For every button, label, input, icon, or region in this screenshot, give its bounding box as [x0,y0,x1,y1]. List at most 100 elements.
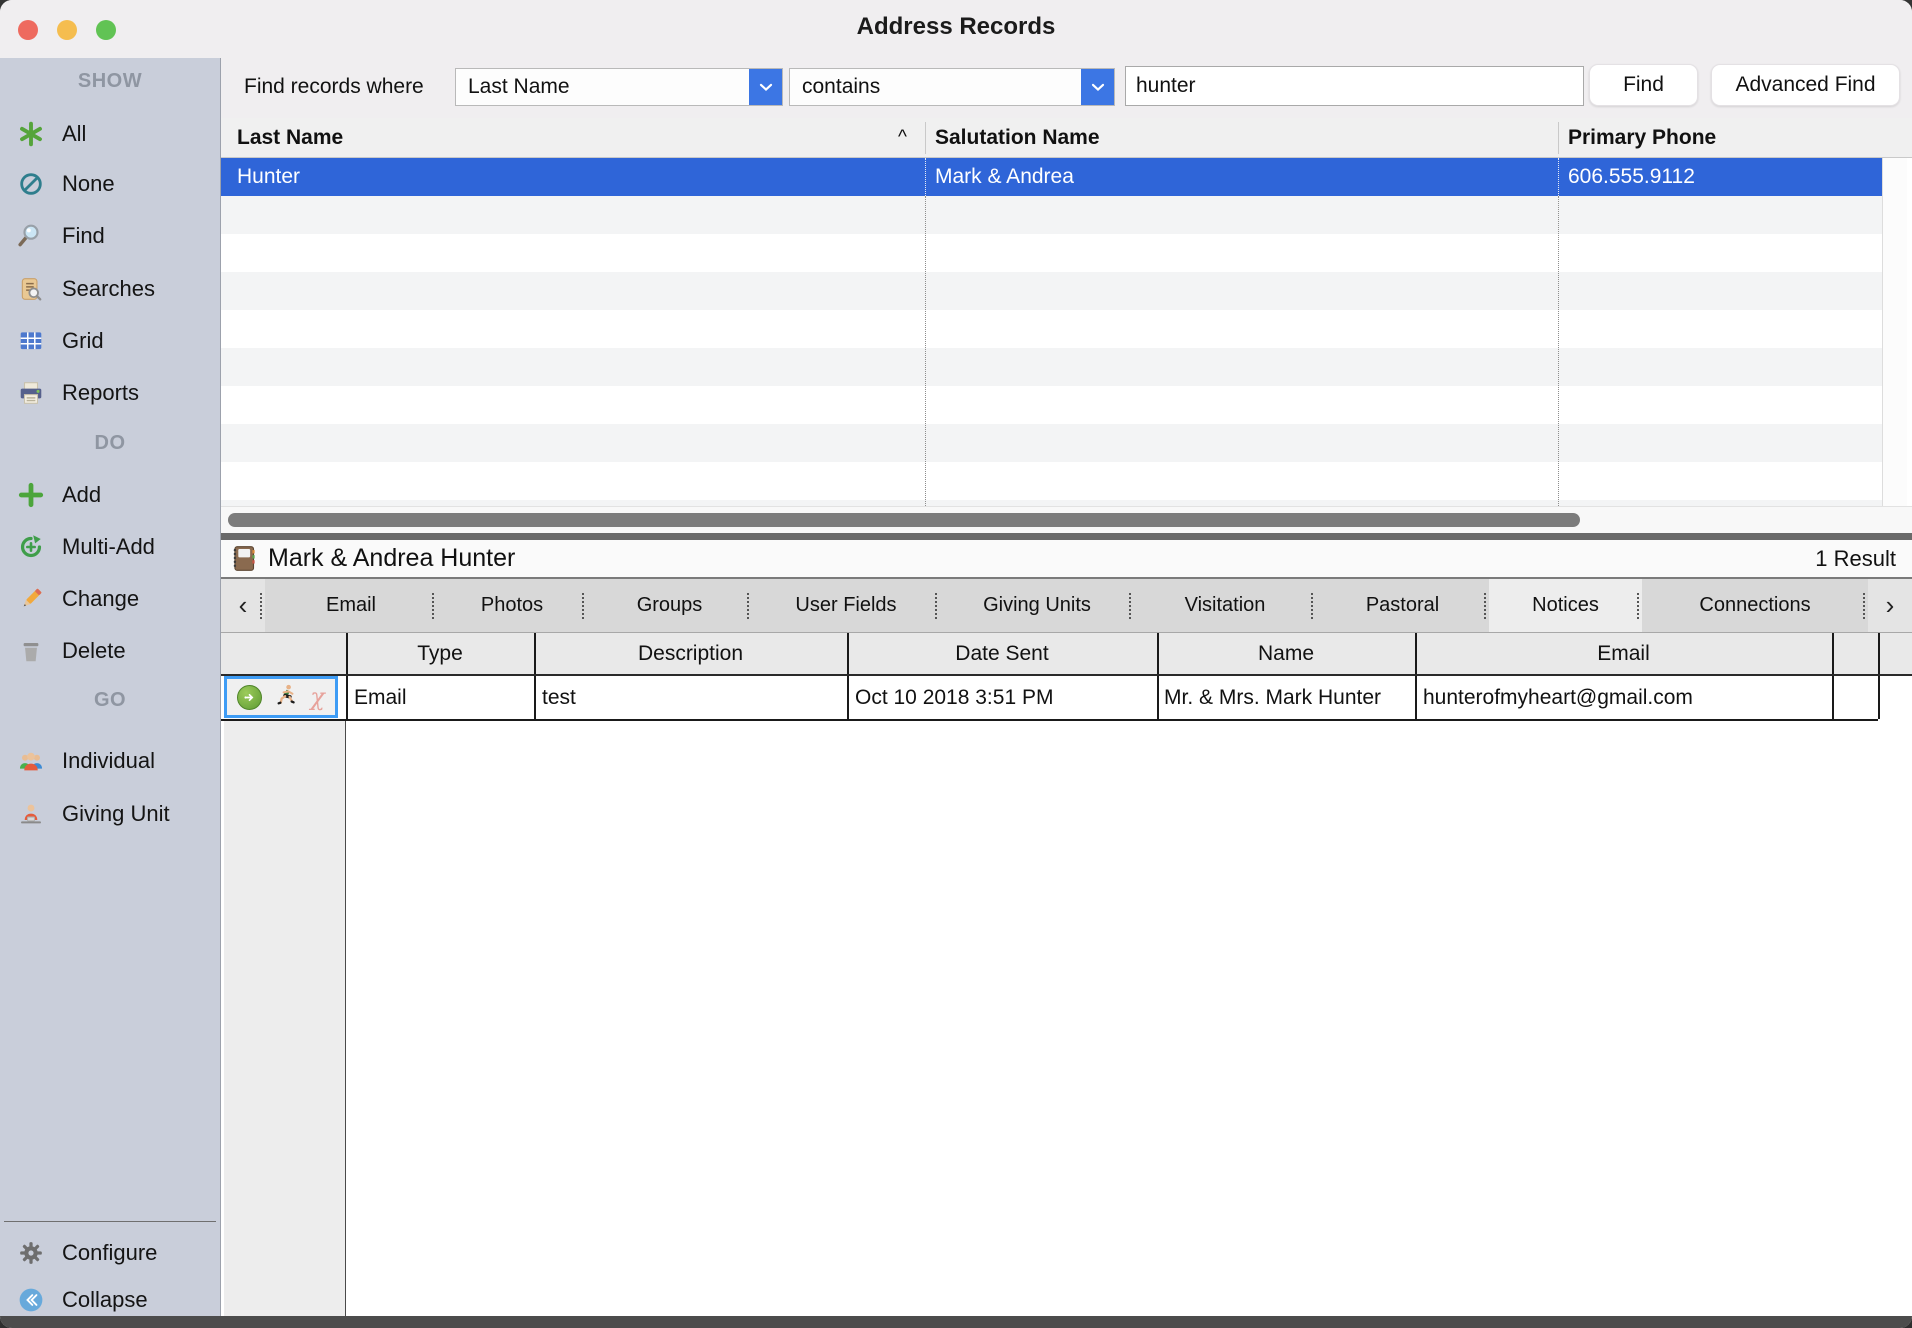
cell-salutation: Mark & Andrea [935,158,1074,196]
tab-separator [1484,593,1486,619]
vertical-scrollbar-track[interactable] [1882,158,1907,506]
sidebar-item-individual[interactable]: Individual [0,741,220,781]
tab-visitation[interactable]: Visitation [1134,579,1316,632]
cell-description: test [542,676,576,719]
advanced-find-button[interactable]: Advanced Find [1711,64,1900,106]
tab-scroll-left[interactable]: ‹ [221,579,265,632]
scroll-search-icon [18,276,44,302]
sidebar-item-label: Multi-Add [62,527,155,567]
column-border [1415,676,1417,719]
sidebar-item-grid[interactable]: Grid [0,321,220,361]
column-header-description[interactable]: Description [534,633,847,674]
notice-row[interactable]: χ Email test Oct 10 2018 3:51 PM Mr. & M… [221,676,1878,721]
printer-icon [18,380,44,406]
result-count: 1 Result [1815,546,1896,572]
sidebar-item-label: Add [62,475,101,515]
asterisk-icon [18,121,44,147]
window-bottom-edge [0,1316,1912,1328]
chevron-right-icon: › [1886,590,1895,621]
tab-separator [432,593,434,619]
sidebar-item-label: Giving Unit [62,794,170,834]
tab-pastoral[interactable]: Pastoral [1316,579,1489,632]
horizontal-scrollbar-track[interactable] [221,506,1912,533]
chevron-down-icon [749,69,782,105]
column-divider[interactable] [925,122,926,154]
tab-separator [1311,593,1313,619]
detail-table-header: Type Description Date Sent Name Email [221,632,1912,676]
column-header-last-name[interactable]: Last Name [237,118,343,157]
empty-result-rows[interactable] [221,196,1882,506]
address-book-icon [231,545,258,572]
magnifier-icon [18,223,44,249]
sidebar-item-label: Searches [62,269,155,309]
column-header-email[interactable]: Email [1415,633,1832,674]
sidebar-item-label: Configure [62,1233,157,1273]
tab-notices[interactable]: Notices [1489,579,1642,632]
pencil-icon [18,586,44,612]
column-divider[interactable] [1558,122,1559,154]
column-header-primary-phone[interactable]: Primary Phone [1568,118,1716,157]
section-header-show: SHOW [0,68,220,94]
plus-icon [18,482,44,508]
find-prompt-label: Find records where [244,75,424,99]
field-select-value: Last Name [468,69,570,105]
app-window: Address Records SHOW All None Find Searc… [0,0,1912,1328]
cell-type: Email [354,676,407,719]
sidebar-item-find[interactable]: Find [0,216,220,256]
sidebar-item-none[interactable]: None [0,164,220,204]
field-select[interactable]: Last Name [455,68,783,106]
sidebar-item-delete[interactable]: Delete [0,631,220,671]
tab-separator [582,593,584,619]
cell-email: hunterofmyheart@gmail.com [1423,676,1693,719]
sidebar-item-all[interactable]: All [0,114,220,154]
sidebar-item-add[interactable]: Add [0,475,220,515]
tab-separator [1129,593,1131,619]
column-header-type[interactable]: Type [346,633,534,674]
tab-photos[interactable]: Photos [437,579,587,632]
column-divider-dotted [925,158,926,196]
column-header-salutation[interactable]: Salutation Name [935,118,1100,157]
sidebar-item-label: Find [62,216,105,256]
chevron-down-icon [1081,69,1114,105]
pane-divider[interactable] [221,533,1912,540]
horizontal-scrollbar-thumb[interactable] [228,513,1580,527]
tab-separator [935,593,937,619]
tab-scroll-right[interactable]: › [1868,579,1912,632]
operator-select-value: contains [802,69,880,105]
tab-groups[interactable]: Groups [587,579,752,632]
section-header-go: GO [0,687,220,713]
tab-connections[interactable]: Connections [1642,579,1868,632]
sidebar-item-configure[interactable]: Configure [0,1233,220,1273]
send-arrow-icon[interactable] [237,685,262,710]
result-row-selected[interactable]: Hunter Mark & Andrea 606.555.9112 [221,158,1882,196]
search-input[interactable] [1125,66,1584,106]
sidebar-item-giving-unit[interactable]: Giving Unit [0,794,220,834]
tab-separator [1863,593,1865,619]
find-button[interactable]: Find [1589,64,1698,106]
sidebar-item-label: Reports [62,373,139,413]
column-header-name[interactable]: Name [1157,633,1415,674]
column-border [346,676,348,719]
column-border [1832,676,1834,719]
sort-indicator[interactable]: ^ [898,118,907,157]
sidebar-item-collapse[interactable]: Collapse [0,1280,220,1320]
column-border [847,676,849,719]
sidebar-item-change[interactable]: Change [0,579,220,619]
circular-add-icon [18,534,44,560]
operator-select[interactable]: contains [789,68,1115,106]
tab-user-fields[interactable]: User Fields [752,579,940,632]
column-header-date-sent[interactable]: Date Sent [847,633,1157,674]
column-border [1832,633,1834,674]
cell-primary-phone: 606.555.9112 [1568,158,1695,196]
sidebar-item-searches[interactable]: Searches [0,269,220,309]
sidebar-item-reports[interactable]: Reports [0,373,220,413]
sidebar-item-multi-add[interactable]: Multi-Add [0,527,220,567]
tab-email[interactable]: Email [265,579,437,632]
tab-giving-units[interactable]: Giving Units [940,579,1134,632]
sidebar-item-label: None [62,164,115,204]
record-header: Mark & Andrea Hunter 1 Result [221,540,1912,577]
delete-chi-icon[interactable]: χ [310,686,325,709]
sidebar: SHOW All None Find Searches Grid Reports… [0,58,221,1316]
row-action-cell: χ [224,676,338,718]
runner-icon[interactable] [275,683,298,711]
